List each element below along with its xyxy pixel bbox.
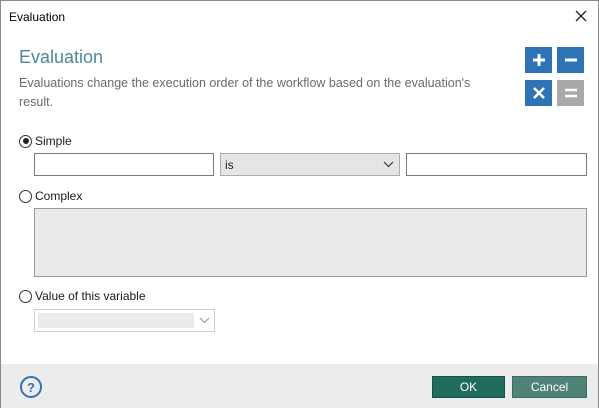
window-title: Evaluation [9,10,66,24]
simple-label: Simple [35,134,72,148]
complex-expression-textarea[interactable] [34,208,587,277]
complex-radio[interactable] [19,189,32,203]
simple-radio[interactable] [19,134,32,148]
add-operator-button[interactable] [525,47,552,73]
multiply-operator-button[interactable] [525,80,552,106]
equals-operator-button[interactable] [557,80,584,106]
variable-select[interactable] [34,309,215,332]
minus-icon [564,58,577,62]
close-button[interactable] [568,4,594,28]
help-button[interactable]: ? [20,376,42,398]
complex-radio-option[interactable]: Complex [19,188,82,204]
evaluation-dialog: Evaluation Evaluation Evaluations change… [0,0,599,408]
equals-icon [564,88,577,98]
dialog-footer: ? OK Cancel [1,364,598,408]
plus-icon [532,54,545,66]
minus-operator-button[interactable] [557,47,584,73]
operator-select[interactable]: is [220,153,400,176]
page-title: Evaluation [19,47,104,67]
help-icon: ? [27,379,35,395]
ok-button[interactable]: OK [432,376,505,398]
chevron-down-icon [199,317,210,324]
operator-select-value: is [225,158,234,172]
variable-radio-option[interactable]: Value of this variable [19,288,146,304]
variable-label: Value of this variable [35,289,146,303]
multiply-icon [532,87,545,99]
close-icon [575,10,587,22]
cancel-button[interactable]: Cancel [512,376,587,398]
page-description: Evaluations change the execution order o… [19,76,471,109]
complex-label: Complex [35,189,83,203]
simple-left-value-input[interactable] [34,153,214,176]
simple-right-value-input[interactable] [406,153,587,176]
variable-select-value [38,313,194,328]
chevron-down-icon [383,161,394,168]
simple-radio-option[interactable]: Simple [19,133,72,149]
variable-radio[interactable] [19,289,32,303]
title-bar: Evaluation [1,1,598,32]
